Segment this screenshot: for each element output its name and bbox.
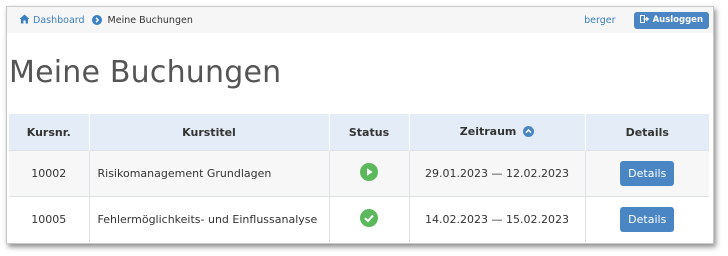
logout-button[interactable]: Ausloggen (633, 11, 709, 29)
chevron-right-icon (91, 15, 102, 25)
details-button[interactable]: Details (620, 161, 675, 186)
table-row: 10002 Risikomanagement Grundlagen 29.01.… (9, 150, 709, 197)
play-icon (360, 163, 378, 184)
column-header-details: Details (585, 114, 709, 151)
top-bar: Dashboard Meine Buchungen berger Auslogg… (7, 7, 713, 33)
column-header-status[interactable]: Status (329, 114, 410, 151)
details-button[interactable]: Details (620, 207, 675, 232)
period-cell: 14.02.2023 — 15.02.2023 (409, 196, 586, 242)
course-no-cell: 10002 (9, 150, 90, 197)
sort-ascending-icon[interactable] (523, 125, 535, 140)
breadcrumb-current: Meine Buchungen (107, 14, 193, 26)
course-no-cell: 10005 (9, 196, 90, 242)
page-frame: Dashboard Meine Buchungen berger Auslogg… (6, 6, 714, 244)
home-icon (19, 14, 33, 27)
status-cell (329, 196, 410, 242)
logout-label: Ausloggen (652, 15, 703, 25)
bookings-table: Kursnr. Kurstitel Status Zeitraum Detail… (9, 114, 709, 242)
details-cell: Details (585, 196, 709, 242)
column-header-course-no[interactable]: Kursnr. (9, 114, 90, 151)
details-cell: Details (585, 150, 709, 197)
course-title-cell: Fehlermöglichkeits- und Einflussanalyse (89, 196, 330, 242)
breadcrumb-home-link[interactable]: Dashboard (19, 14, 85, 27)
sign-out-icon (639, 14, 653, 26)
column-header-course-title[interactable]: Kurstitel (89, 114, 330, 151)
course-title-cell: Risikomanagement Grundlagen (89, 150, 330, 197)
table-row: 10005 Fehlermöglichkeits- und Einflussan… (9, 196, 709, 242)
table-header-row: Kursnr. Kurstitel Status Zeitraum Detail… (9, 114, 709, 151)
status-cell (329, 150, 410, 197)
period-header-label: Zeitraum (459, 124, 517, 138)
breadcrumb-home-label: Dashboard (33, 14, 85, 26)
check-circle-icon (360, 209, 378, 230)
period-cell: 29.01.2023 — 12.02.2023 (409, 150, 586, 197)
page-title: Meine Buchungen (9, 55, 282, 90)
column-header-period[interactable]: Zeitraum (409, 114, 586, 151)
user-name-link[interactable]: berger (584, 15, 615, 26)
